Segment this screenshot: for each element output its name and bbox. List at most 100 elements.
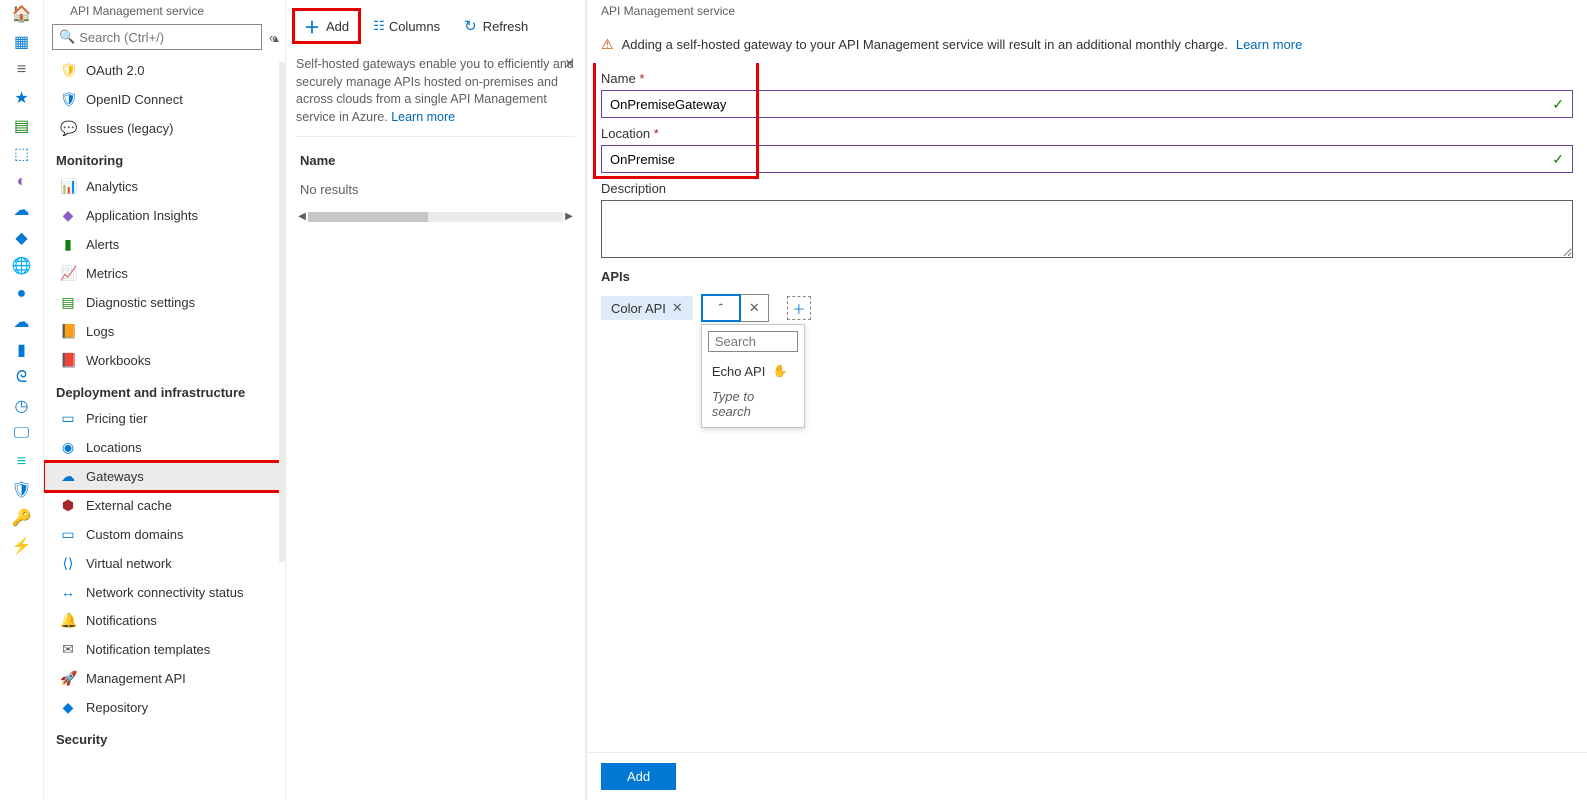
- metrics-icon: 📈: [60, 265, 76, 282]
- clear-api-selection[interactable]: ✕: [741, 294, 769, 322]
- nav-item-issues[interactable]: 💬Issues (legacy): [44, 114, 285, 143]
- sidebar-search: 🔍: [52, 24, 262, 50]
- analytics-icon: 📊: [60, 178, 76, 195]
- bolt-icon[interactable]: ⚡: [12, 536, 32, 556]
- add-button[interactable]: ＋ Add: [294, 10, 359, 42]
- label-location: Location *: [601, 118, 1573, 145]
- location-input[interactable]: [610, 152, 1552, 167]
- label-name: Name *: [601, 63, 751, 90]
- nav-item-pricing[interactable]: ▭Pricing tier: [44, 404, 285, 433]
- net-status-icon: ↔: [60, 584, 76, 600]
- warning-icon: ⚠: [601, 36, 614, 53]
- cloud2-icon[interactable]: ☁: [12, 312, 32, 332]
- nav-label: Notifications: [86, 613, 157, 628]
- drop-icon[interactable]: ●: [12, 284, 32, 304]
- scroll-up-icon[interactable]: ▲: [269, 32, 283, 46]
- logs-icon: 📙: [60, 323, 76, 340]
- columns-icon: ☷: [373, 18, 383, 34]
- remove-chip-icon[interactable]: ✕: [672, 300, 683, 316]
- nav-item-metrics[interactable]: 📈 Metrics: [44, 259, 285, 288]
- lock-icon[interactable]: 🛡: [12, 480, 32, 500]
- nav-label: Analytics: [86, 179, 138, 194]
- nav-item-net-status[interactable]: ↔ Network connectivity status: [44, 578, 285, 606]
- sidebar-scrollbar[interactable]: [279, 62, 285, 562]
- nav-item-repository[interactable]: ◆Repository: [44, 693, 285, 722]
- refresh-icon: ↻: [464, 17, 477, 35]
- calendar-icon[interactable]: ▤: [12, 116, 32, 136]
- scroll-left-icon[interactable]: ◀: [296, 211, 308, 222]
- lines-icon[interactable]: ≡: [12, 452, 32, 472]
- add-api-button[interactable]: ＋: [787, 296, 811, 320]
- key-icon[interactable]: 🔑: [12, 508, 32, 528]
- nav-label: Repository: [86, 700, 148, 715]
- diagnostic-icon: ▤: [60, 294, 76, 311]
- nav-item-mgmt-api[interactable]: 🚀Management API: [44, 664, 285, 693]
- pricing-icon: ▭: [60, 410, 76, 427]
- submit-add-button[interactable]: Add: [601, 763, 676, 790]
- lightbulb-icon[interactable]: ◐: [12, 172, 32, 192]
- dropdown-item-echo[interactable]: Echo API ✋: [702, 358, 804, 385]
- nav-item-analytics[interactable]: 📊 Analytics: [44, 172, 285, 201]
- hamburger-icon[interactable]: ≡: [12, 60, 32, 80]
- oauth-icon: 🛡: [60, 62, 76, 79]
- nav-label: Workbooks: [86, 353, 151, 368]
- monitor-icon[interactable]: 🖵: [12, 424, 32, 444]
- gateways-icon: ☁: [60, 468, 76, 485]
- openid-icon: 🛡: [60, 91, 76, 108]
- warning-text: Adding a self-hosted gateway to your API…: [622, 37, 1228, 52]
- meter-icon[interactable]: ◷: [12, 396, 32, 416]
- warning-learn-more-link[interactable]: Learn more: [1236, 37, 1302, 52]
- horizontal-scrollbar[interactable]: ◀ ▶: [296, 211, 575, 222]
- nav-item-openid[interactable]: 🛡OpenID Connect: [44, 85, 285, 114]
- column-header-name[interactable]: Name: [286, 147, 585, 174]
- nav-item-external-cache[interactable]: ⬢External cache: [44, 491, 285, 520]
- api-dropdown: Echo API ✋ Type to search: [701, 324, 805, 428]
- info-callout: Self-hosted gateways enable you to effic…: [296, 56, 575, 137]
- plus-icon: ＋: [304, 14, 320, 38]
- nav-item-notif-templates[interactable]: ✉Notification templates: [44, 635, 285, 664]
- dashboard-icon[interactable]: ▦: [12, 32, 32, 52]
- api-search-input[interactable]: [708, 331, 798, 352]
- nav-item-locations[interactable]: ◉Locations: [44, 433, 285, 462]
- nav-item-logs[interactable]: 📙 Logs: [44, 317, 285, 346]
- nav-item-oauth[interactable]: 🛡 OAuth 2.0: [44, 56, 285, 85]
- nav-label: Virtual network: [86, 556, 172, 571]
- alerts-icon: ▮: [60, 236, 76, 253]
- nav-label: Application Insights: [86, 208, 198, 223]
- graph-icon[interactable]: ᘓ: [12, 368, 32, 388]
- description-input[interactable]: [601, 200, 1573, 258]
- nav-item-gateways[interactable]: ☁ Gateways: [44, 462, 285, 491]
- nav-label: Gateways: [86, 469, 144, 484]
- nav-label: Diagnostic settings: [86, 295, 195, 310]
- nav-item-custom-domains[interactable]: ▭Custom domains: [44, 520, 285, 549]
- nav-label: OAuth 2.0: [86, 63, 145, 78]
- cloud-icon[interactable]: ☁: [12, 200, 32, 220]
- diamond-icon[interactable]: ◆: [12, 228, 32, 248]
- warning-bar: ⚠ Adding a self-hosted gateway to your A…: [587, 18, 1587, 63]
- name-input[interactable]: [610, 97, 1552, 112]
- sidebar-search-input[interactable]: [79, 30, 255, 45]
- columns-button[interactable]: ☷ Columns: [363, 14, 450, 38]
- cube-icon[interactable]: ⬚: [12, 144, 32, 164]
- nav-label: Logs: [86, 324, 114, 339]
- globe-icon[interactable]: 🌐: [12, 256, 32, 276]
- api-dropdown-toggle[interactable]: ˆ: [701, 294, 741, 322]
- add-gateway-panel: API Management service ⚠ Adding a self-h…: [586, 0, 1587, 800]
- nav-item-app-insights[interactable]: ◆Application Insights: [44, 201, 285, 230]
- nav-item-notifications[interactable]: 🔔Notifications: [44, 606, 285, 635]
- notif-templates-icon: ✉: [60, 641, 76, 658]
- scroll-right-icon[interactable]: ▶: [563, 211, 575, 222]
- close-icon[interactable]: ✕: [565, 56, 575, 74]
- nav-item-diagnostic[interactable]: ▤ Diagnostic settings: [44, 288, 285, 317]
- locations-icon: ◉: [60, 439, 76, 456]
- learn-more-link[interactable]: Learn more: [391, 110, 455, 124]
- refresh-button[interactable]: ↻ Refresh: [454, 13, 538, 39]
- tag-icon[interactable]: ▮: [12, 340, 32, 360]
- nav-item-vnet[interactable]: ⟨⟩Virtual network: [44, 549, 285, 578]
- nav-label: Network connectivity status: [86, 585, 244, 600]
- home-icon[interactable]: 🏠: [12, 4, 32, 24]
- nav-item-workbooks[interactable]: 📕Workbooks: [44, 346, 285, 375]
- nav-label: Metrics: [86, 266, 128, 281]
- nav-item-alerts[interactable]: ▮Alerts: [44, 230, 285, 259]
- favorites-icon[interactable]: ★: [12, 88, 32, 108]
